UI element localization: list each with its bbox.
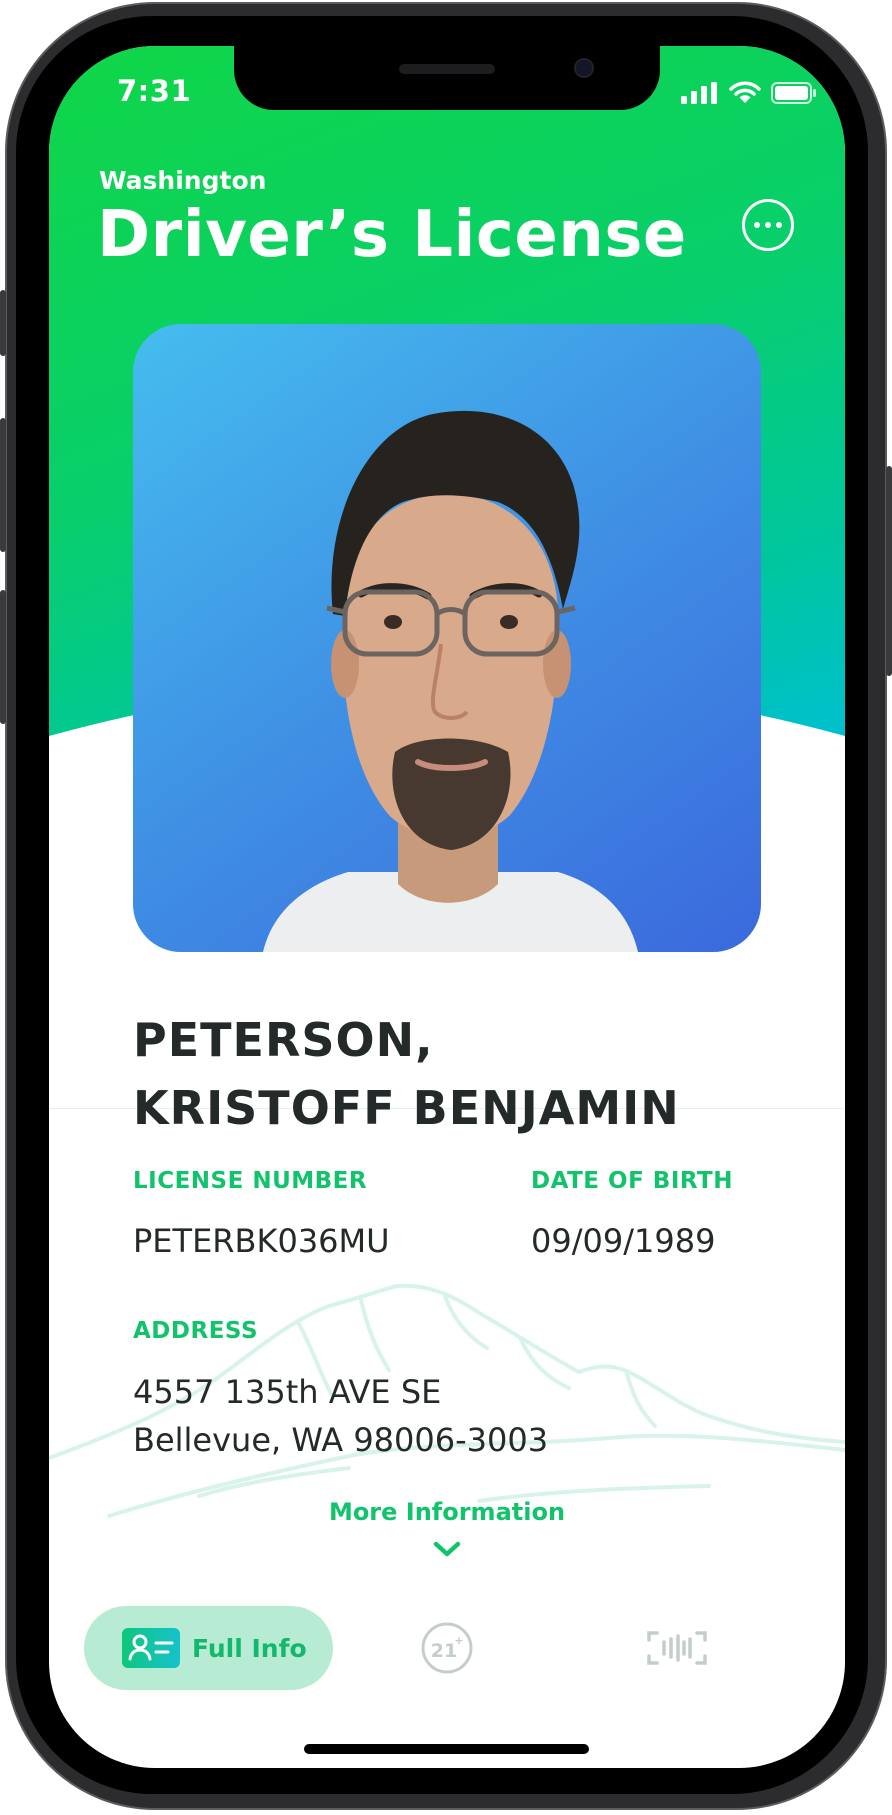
tab-full-info-label: Full Info	[192, 1633, 307, 1663]
address-value: 4557 135th AVE SE Bellevue, WA 98006-300…	[133, 1368, 548, 1464]
volume-up-button	[0, 418, 6, 552]
id-card-glyph	[128, 1634, 174, 1661]
home-indicator[interactable]	[304, 1744, 589, 1754]
page-title: Driver’s License	[97, 198, 687, 272]
status-time: 7:31	[117, 74, 192, 108]
barcode-scan-icon[interactable]	[647, 1630, 707, 1666]
earpiece-speaker	[399, 64, 495, 74]
portrait-image	[263, 410, 638, 952]
holder-surname: PETERSON,	[133, 1013, 434, 1067]
wifi-icon	[729, 81, 761, 103]
age-21-icon[interactable]: 21 +	[421, 1622, 473, 1674]
battery-icon	[771, 82, 816, 104]
id-card-icon	[122, 1628, 180, 1668]
status-icons	[681, 80, 817, 104]
side-button	[886, 466, 892, 676]
address-line-2: Bellevue, WA 98006-3003	[133, 1421, 549, 1459]
dob-value: 09/09/1989	[531, 1222, 716, 1260]
address-line-1: 4557 135th AVE SE	[133, 1373, 442, 1411]
svg-text:+: +	[454, 1634, 463, 1647]
holder-given-names: KRISTOFF BENJAMIN	[133, 1081, 680, 1135]
action-button	[0, 290, 6, 356]
cellular-signal-icon	[681, 82, 717, 104]
address-label: ADDRESS	[133, 1318, 259, 1344]
dob-label: DATE OF BIRTH	[531, 1168, 733, 1194]
more-horizontal-icon	[754, 222, 760, 228]
volume-down-button	[0, 590, 6, 724]
phone-frame: 7:31 Washington Driver’s License PETERSO…	[0, 0, 892, 1815]
more-information-link[interactable]: More Information	[49, 1498, 845, 1526]
svg-text:21: 21	[431, 1640, 457, 1662]
more-options-button[interactable]	[742, 199, 794, 251]
license-number-label: LICENSE NUMBER	[133, 1168, 368, 1194]
chevron-down-icon[interactable]	[430, 1539, 464, 1559]
license-photo	[133, 324, 761, 952]
screen: 7:31 Washington Driver’s License PETERSO…	[49, 46, 845, 1768]
holder-name: PETERSON, KRISTOFF BENJAMIN	[133, 1006, 680, 1142]
notch	[234, 46, 660, 110]
license-number-value: PETERBK036MU	[133, 1222, 390, 1260]
dot	[765, 222, 771, 228]
issuing-state: Washington	[99, 166, 267, 195]
dot	[776, 222, 782, 228]
tab-full-info[interactable]: Full Info	[84, 1606, 333, 1690]
front-camera	[574, 58, 594, 78]
